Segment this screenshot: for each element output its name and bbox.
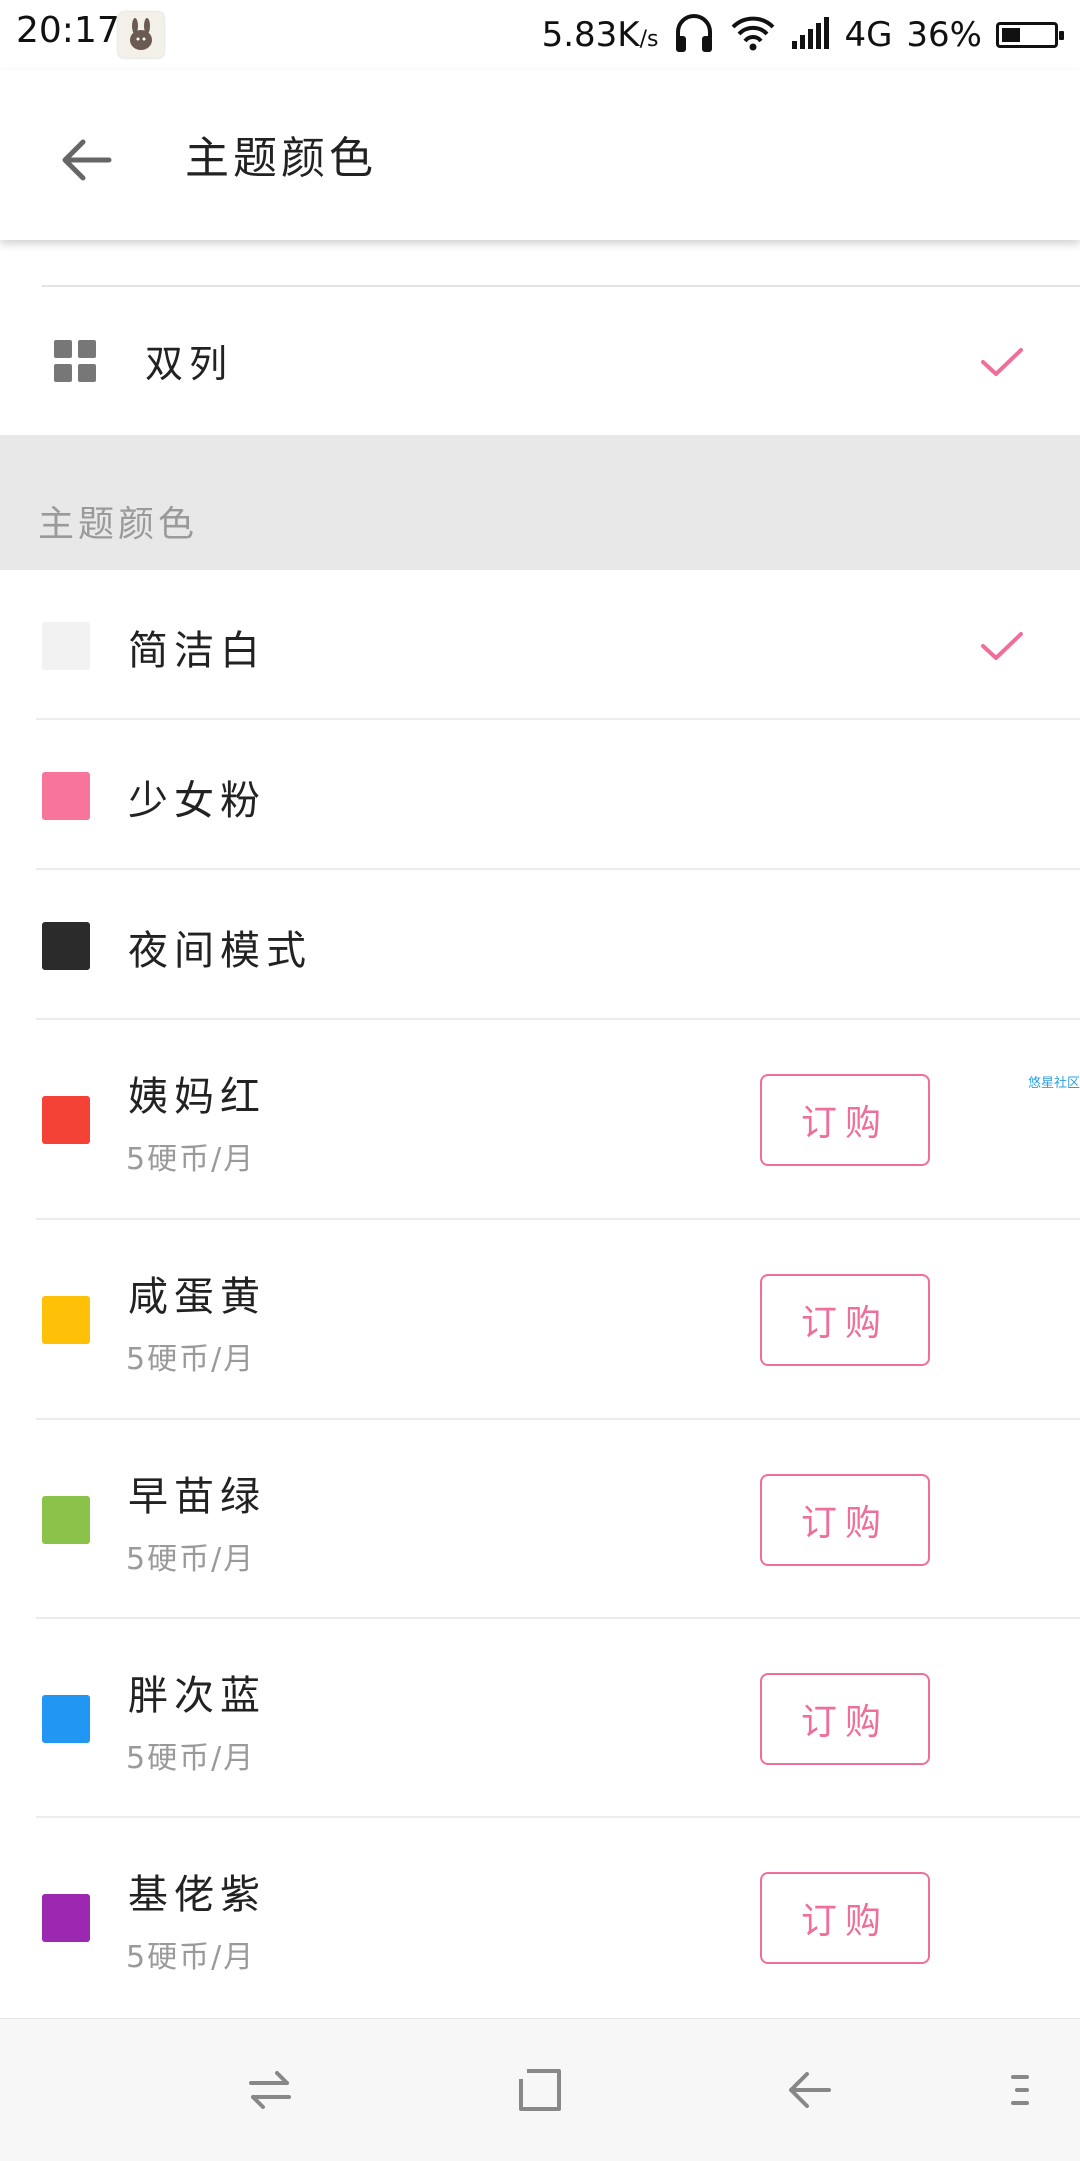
menu-button[interactable] (985, 2055, 1055, 2125)
theme-item-night-mode[interactable]: 夜间模式 (0, 870, 1080, 1020)
color-swatch (42, 772, 90, 820)
watermark: 悠星社区 (1027, 1076, 1080, 1091)
theme-price: 5硬币/月 (126, 1940, 256, 1975)
subscribe-button[interactable]: 订购 (760, 1872, 930, 1964)
menu-icon (1011, 2075, 1029, 2105)
network-type: 4G (844, 15, 893, 55)
home-icon (519, 2069, 561, 2111)
status-bar: 20:17 5.83K/s 4G 36% (0, 0, 1080, 70)
home-button[interactable] (505, 2055, 575, 2125)
theme-item-yellow[interactable]: 咸蛋黄 5硬币/月 订购 (0, 1220, 1080, 1420)
color-swatch (42, 1894, 90, 1942)
theme-item-green[interactable]: 早苗绿 5硬币/月 订购 (0, 1420, 1080, 1619)
color-swatch (42, 1296, 90, 1344)
theme-item-simple-white[interactable]: 简洁白 (0, 570, 1080, 720)
section-title: 主题颜色 (38, 504, 199, 545)
battery-icon (996, 22, 1064, 48)
theme-name: 基佬紫 (128, 1872, 266, 1918)
subscribe-button[interactable]: 订购 (760, 1673, 930, 1765)
color-swatch (42, 1496, 90, 1544)
color-swatch (42, 622, 90, 670)
theme-list: 简洁白 少女粉 夜间模式 姨妈红 5硬币/月 订购 咸蛋黄 5硬币/月 订购 早… (0, 570, 1080, 2018)
app-notification-icon (118, 12, 164, 58)
theme-name: 早苗绿 (128, 1474, 266, 1520)
theme-item-red[interactable]: 姨妈红 5硬币/月 订购 (0, 1020, 1080, 1220)
system-back-button[interactable] (775, 2055, 845, 2125)
battery-percent: 36% (906, 15, 982, 55)
checkmark-icon (981, 348, 1023, 376)
subscribe-button[interactable]: 订购 (760, 1474, 930, 1566)
theme-name: 咸蛋黄 (128, 1274, 266, 1320)
color-swatch (42, 922, 90, 970)
color-swatch (42, 1695, 90, 1743)
switch-button[interactable] (235, 2055, 305, 2125)
status-time: 20:17 (16, 10, 120, 51)
theme-price: 5硬币/月 (126, 1741, 256, 1776)
theme-name: 夜间模式 (128, 928, 312, 974)
grid-icon (54, 340, 96, 382)
theme-name: 简洁白 (128, 628, 266, 674)
theme-item-girl-pink[interactable]: 少女粉 (0, 720, 1080, 870)
back-button[interactable] (40, 115, 130, 205)
theme-price: 5硬币/月 (126, 1342, 256, 1377)
page-title: 主题颜色 (185, 133, 377, 184)
theme-item-purple[interactable]: 基佬紫 5硬币/月 订购 (0, 1818, 1080, 2018)
subscribe-button[interactable]: 订购 (760, 1274, 930, 1366)
switch-icon (249, 2071, 291, 2109)
arrow-left-icon (62, 139, 112, 181)
layout-option-label: 双列 (145, 342, 234, 386)
theme-price: 5硬币/月 (126, 1142, 256, 1177)
layout-option-double-column[interactable]: 双列 (0, 285, 1080, 435)
headset-icon (672, 10, 716, 60)
toolbar: 主题颜色 (0, 70, 1080, 240)
checkmark-icon (981, 632, 1023, 660)
theme-name: 姨妈红 (128, 1074, 266, 1120)
signal-icon (790, 15, 830, 55)
theme-price: 5硬币/月 (126, 1542, 256, 1577)
wifi-icon (730, 13, 776, 57)
section-header: 主题颜色 (0, 435, 1080, 570)
network-speed: 5.83K/s (541, 15, 659, 55)
navigation-bar (0, 2018, 1080, 2161)
subscribe-button[interactable]: 订购 (760, 1074, 930, 1166)
theme-name: 少女粉 (128, 778, 266, 824)
theme-item-blue[interactable]: 胖次蓝 5硬币/月 订购 (0, 1619, 1080, 1818)
color-swatch (42, 1096, 90, 1144)
back-icon (789, 2072, 831, 2108)
theme-name: 胖次蓝 (128, 1673, 266, 1719)
